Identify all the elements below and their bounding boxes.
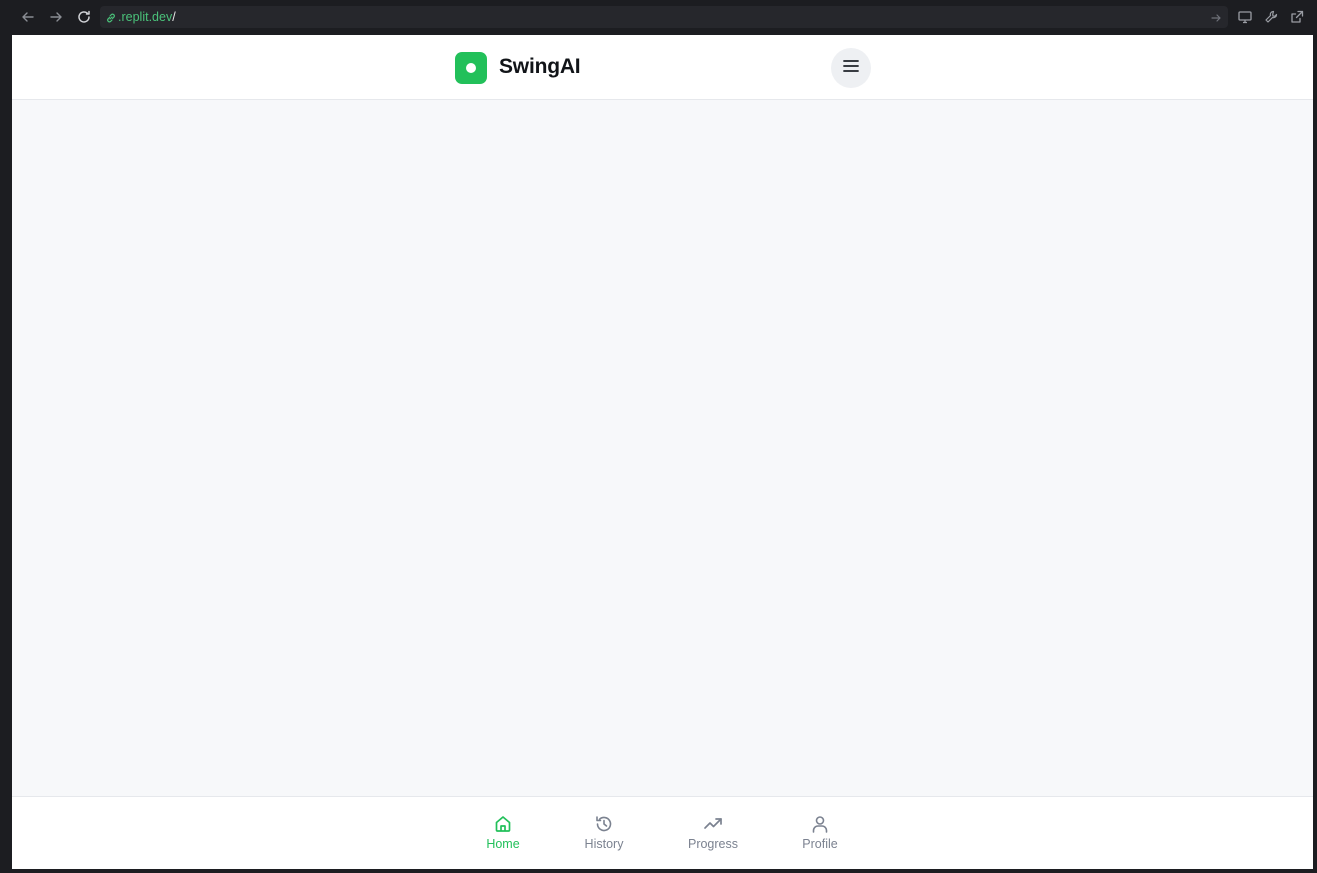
app-title: SwingAI bbox=[499, 55, 581, 78]
history-icon bbox=[593, 813, 615, 835]
nav-item-progress[interactable]: Progress bbox=[685, 813, 741, 851]
main-content bbox=[12, 100, 1313, 797]
nav-item-profile[interactable]: Profile bbox=[799, 813, 841, 851]
url-text: .replit.dev/ bbox=[118, 10, 176, 24]
address-bar[interactable]: .replit.dev/ bbox=[100, 6, 1228, 28]
trending-up-icon bbox=[702, 813, 724, 835]
bottom-navigation: Home History Progress Profile bbox=[12, 796, 1313, 869]
logo-dot-icon bbox=[466, 63, 476, 73]
menu-button[interactable] bbox=[831, 48, 871, 88]
app-logo[interactable] bbox=[455, 52, 487, 84]
back-arrow-icon[interactable] bbox=[19, 8, 37, 26]
url-path: / bbox=[172, 10, 176, 24]
link-icon bbox=[105, 11, 117, 29]
nav-label-profile: Profile bbox=[802, 837, 838, 851]
hamburger-menu-icon bbox=[842, 59, 860, 78]
browser-toolbar: .replit.dev/ bbox=[0, 0, 1317, 35]
url-domain: .replit.dev bbox=[118, 10, 173, 24]
device-preview-icon[interactable] bbox=[1237, 9, 1253, 30]
forward-arrow-icon[interactable] bbox=[47, 8, 65, 26]
open-external-icon[interactable] bbox=[1289, 9, 1305, 30]
nav-item-history[interactable]: History bbox=[581, 813, 627, 851]
user-icon bbox=[809, 813, 831, 835]
reload-icon[interactable] bbox=[75, 8, 93, 26]
nav-label-progress: Progress bbox=[687, 837, 739, 851]
go-arrow-icon[interactable] bbox=[1210, 11, 1222, 29]
app-viewport: SwingAI Home History Progress Profile bbox=[12, 35, 1313, 869]
nav-label-history: History bbox=[584, 837, 624, 851]
app-header: SwingAI bbox=[12, 35, 1313, 100]
nav-item-home[interactable]: Home bbox=[485, 813, 521, 851]
nav-label-home: Home bbox=[486, 837, 520, 851]
devtools-wrench-icon[interactable] bbox=[1263, 9, 1279, 30]
home-icon bbox=[492, 813, 514, 835]
